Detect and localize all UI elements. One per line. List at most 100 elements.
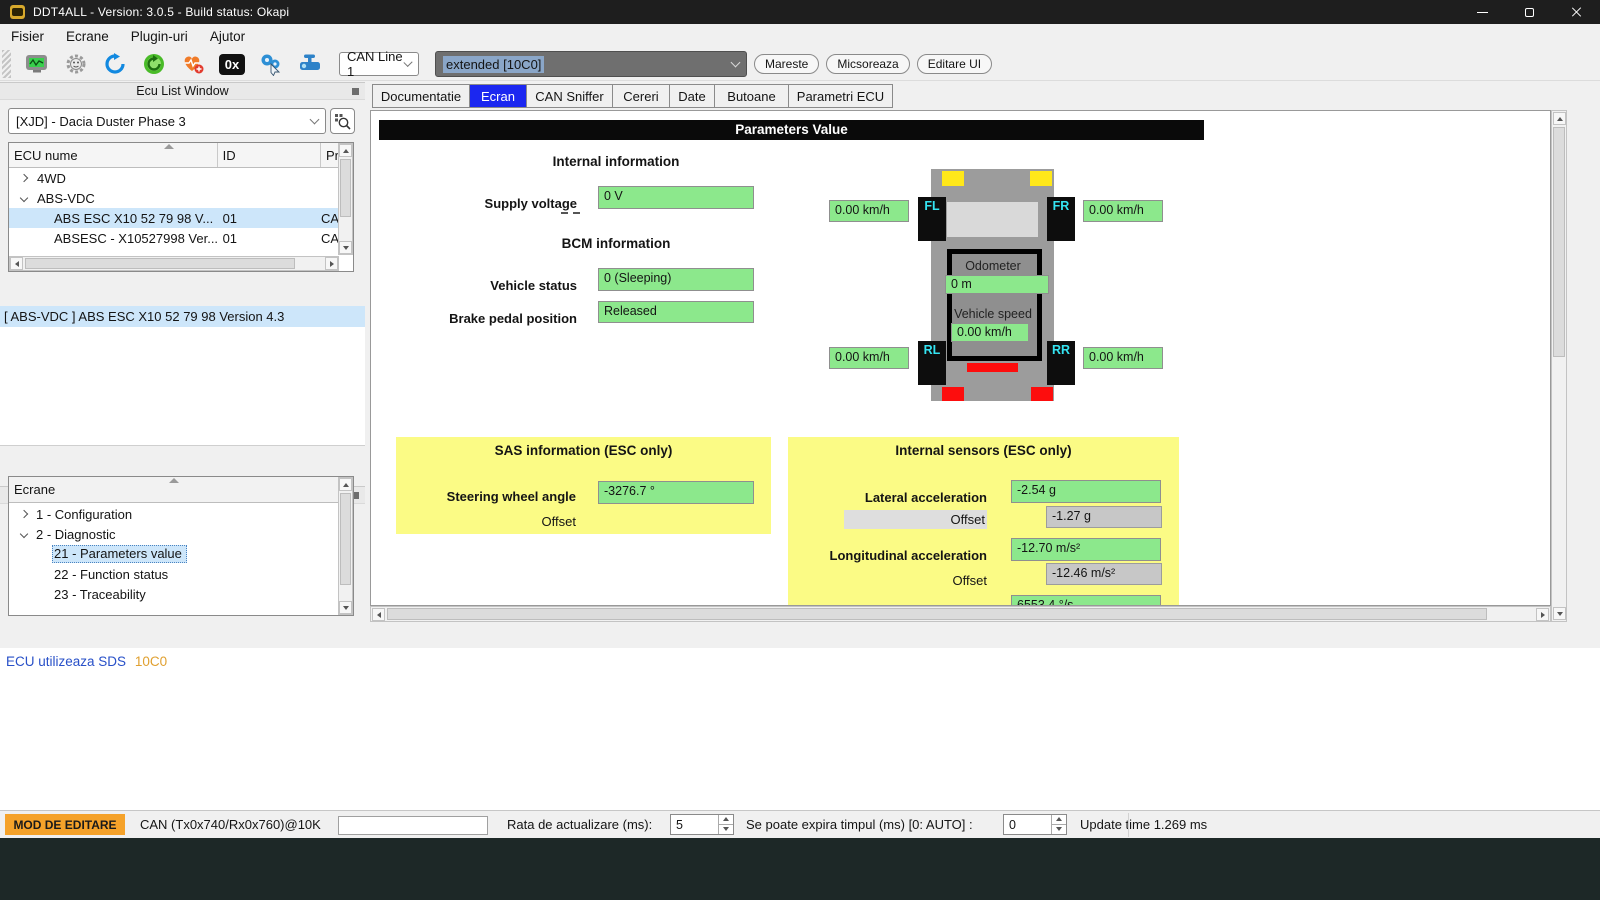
chevron-down-icon[interactable] <box>20 530 28 538</box>
diagnostics-heartbeat-icon[interactable] <box>180 52 206 76</box>
internal-info-header: Internal information <box>446 154 786 169</box>
main-vscrollbar[interactable] <box>1551 110 1567 622</box>
log-entry: ECU utilizeaza SDS 10C0 <box>0 648 1600 669</box>
vehicle-select-value: [XJD] - Dacia Duster Phase 3 <box>16 114 186 129</box>
taillight-left <box>942 387 964 401</box>
ecu-file-value: extended [10C0] <box>443 56 544 73</box>
tab-can-sniffer[interactable]: CAN Sniffer <box>527 84 613 108</box>
minimize-button[interactable] <box>1459 0 1506 24</box>
tree-item-label: 21 - Parameters value <box>52 545 187 563</box>
chevron-right-icon[interactable] <box>20 510 28 518</box>
titlebar: DDT4ALL - Version: 3.0.5 - Build status:… <box>0 0 1600 24</box>
ecran-tree-vscrollbar[interactable] <box>338 477 353 615</box>
ecu-list-table: ECU nume ID Pr 4WD ABS-VDC ABS ESC X10 5… <box>8 142 354 272</box>
wheel-fl: FL <box>918 197 946 241</box>
lateral-offset-value: -1.27 g <box>1046 506 1162 528</box>
yaw-rate-value: 6553.4 °/s <box>1011 595 1161 606</box>
refresh-green-icon[interactable] <box>141 52 167 76</box>
wheel-rr: RR <box>1047 341 1075 385</box>
ecu-table-vscrollbar[interactable] <box>338 143 353 255</box>
menu-plugin-uri[interactable]: Plugin-uri <box>120 29 199 44</box>
ecran-tree-panel: Ecrane 1 - Configuration 2 - Diagnostic … <box>8 476 354 616</box>
tab-ecran[interactable]: Ecran <box>470 84 527 108</box>
can-line-combo[interactable]: CAN Line 1 <box>339 52 419 76</box>
vehicle-status-value: 0 (Sleeping) <box>598 268 754 291</box>
ecu-row[interactable]: ABSESC - X10527998 Ver... 01 CA <box>9 228 339 248</box>
ecu-proto-cell: CA <box>321 211 339 226</box>
brake-light-bar <box>967 363 1018 372</box>
tree-item-parameters-value[interactable]: 21 - Parameters value <box>9 544 339 564</box>
edit-ui-button[interactable]: Editare UI <box>917 54 992 74</box>
hex-mode-icon[interactable]: 0x <box>219 52 245 76</box>
status-divider <box>1128 813 1129 837</box>
slider-dash-icon <box>573 212 580 214</box>
ecu-id-cell: 01 <box>219 231 321 246</box>
logs-content[interactable]: ECU utilizeaza SDS 10C0 <box>0 648 1600 810</box>
vehicle-select-combo[interactable]: [XJD] - Dacia Duster Phase 3 <box>8 108 326 134</box>
column-protocol[interactable]: Pr <box>321 143 339 167</box>
main-hscrollbar[interactable] <box>370 606 1551 622</box>
ecu-list-window-titlebar[interactable]: Ecu List Window <box>0 82 365 100</box>
lateral-offset-label: Offset <box>844 510 987 529</box>
longitudinal-offset-value: -12.46 m/s² <box>1046 563 1162 585</box>
edit-mode-badge: MOD DE EDITARE <box>5 814 125 835</box>
wheel-speed-rl-value: 0.00 km/h <box>829 347 909 369</box>
toolbar-grip[interactable] <box>2 50 11 78</box>
gear-face-icon[interactable] <box>63 52 89 76</box>
zoom-in-button[interactable]: Mareste <box>754 54 819 74</box>
reconnect-blue-icon[interactable] <box>102 52 128 76</box>
spinner-down-icon[interactable] <box>719 825 733 835</box>
ecu-table-hscrollbar[interactable] <box>9 256 339 271</box>
ecu-window-item[interactable]: [ ABS-VDC ] ABS ESC X10 52 79 98 Version… <box>0 306 365 327</box>
supply-voltage-label: Supply voltage <box>429 196 577 211</box>
tree-item-function-status[interactable]: 22 - Function status <box>9 564 339 584</box>
plugin-gears-icon[interactable] <box>258 52 284 76</box>
ecran-tree-header[interactable]: Ecrane <box>9 477 339 503</box>
refresh-rate-value: 5 <box>676 818 683 832</box>
ecu-id-cell: 01 <box>219 211 321 226</box>
tab-cereri[interactable]: Cereri <box>613 84 670 108</box>
wheel-speed-fl-value: 0.00 km/h <box>829 200 909 222</box>
chevron-down-icon[interactable] <box>20 194 28 202</box>
tab-date[interactable]: Date <box>670 84 715 108</box>
zoom-out-button[interactable]: Micsoreaza <box>826 54 909 74</box>
spinner-down-icon[interactable] <box>1052 825 1066 835</box>
menu-fisier[interactable]: Fisier <box>0 29 55 44</box>
tree-item-traceability[interactable]: 23 - Traceability <box>9 584 339 604</box>
ecu-group-4wd[interactable]: 4WD <box>9 168 339 188</box>
spinner-up-icon[interactable] <box>719 815 733 825</box>
menu-ajutor[interactable]: Ajutor <box>199 29 256 44</box>
spinner-up-icon[interactable] <box>1052 815 1066 825</box>
pin-icon[interactable] <box>352 88 359 95</box>
status-filter-input[interactable] <box>338 816 488 835</box>
tab-parametri-ecu[interactable]: Parametri ECU <box>789 84 893 108</box>
valve-icon[interactable] <box>297 52 323 76</box>
tab-butoane[interactable]: Butoane <box>715 84 789 108</box>
taskbar: 10°C Mostly cloudy Căutare <box>0 838 1600 900</box>
ecu-scan-button[interactable] <box>330 108 355 134</box>
sort-caret-icon <box>169 478 179 483</box>
refresh-rate-spinner[interactable]: 5 <box>670 814 734 835</box>
maximize-button[interactable] <box>1506 0 1553 24</box>
update-time-text: Update time 1.269 ms <box>1080 817 1207 832</box>
can-info-text: CAN (Tx0x740/Rx0x760)@10K <box>140 817 321 832</box>
close-button[interactable] <box>1553 0 1600 24</box>
menu-ecrane[interactable]: Ecrane <box>55 29 120 44</box>
chevron-right-icon[interactable] <box>20 174 28 182</box>
timeout-label: Se poate expira timpul (ms) [0: AUTO] : <box>746 817 973 832</box>
log-entry-text: ECU utilizeaza SDS <box>6 654 126 669</box>
headlight-left <box>942 171 964 186</box>
ecu-group-abs-vdc[interactable]: ABS-VDC <box>9 188 339 208</box>
column-ecu-name[interactable]: ECU nume <box>9 143 218 167</box>
column-id[interactable]: ID <box>218 143 321 167</box>
ecu-row-selected[interactable]: ABS ESC X10 52 79 98 V... 01 CA <box>9 208 339 228</box>
ecu-proto-cell: CA <box>321 231 339 246</box>
timeout-spinner[interactable]: 0 <box>1003 814 1067 835</box>
screen-monitor-icon[interactable] <box>24 52 50 76</box>
tree-item-diagnostic[interactable]: 2 - Diagnostic <box>9 524 339 544</box>
ecu-group-label: 4WD <box>37 171 66 186</box>
window-title: DDT4ALL - Version: 3.0.5 - Build status:… <box>33 5 289 19</box>
ecu-file-combo[interactable]: extended [10C0] <box>435 51 747 77</box>
tree-item-configuration[interactable]: 1 - Configuration <box>9 504 339 524</box>
tab-documentatie[interactable]: Documentatie <box>372 84 470 108</box>
